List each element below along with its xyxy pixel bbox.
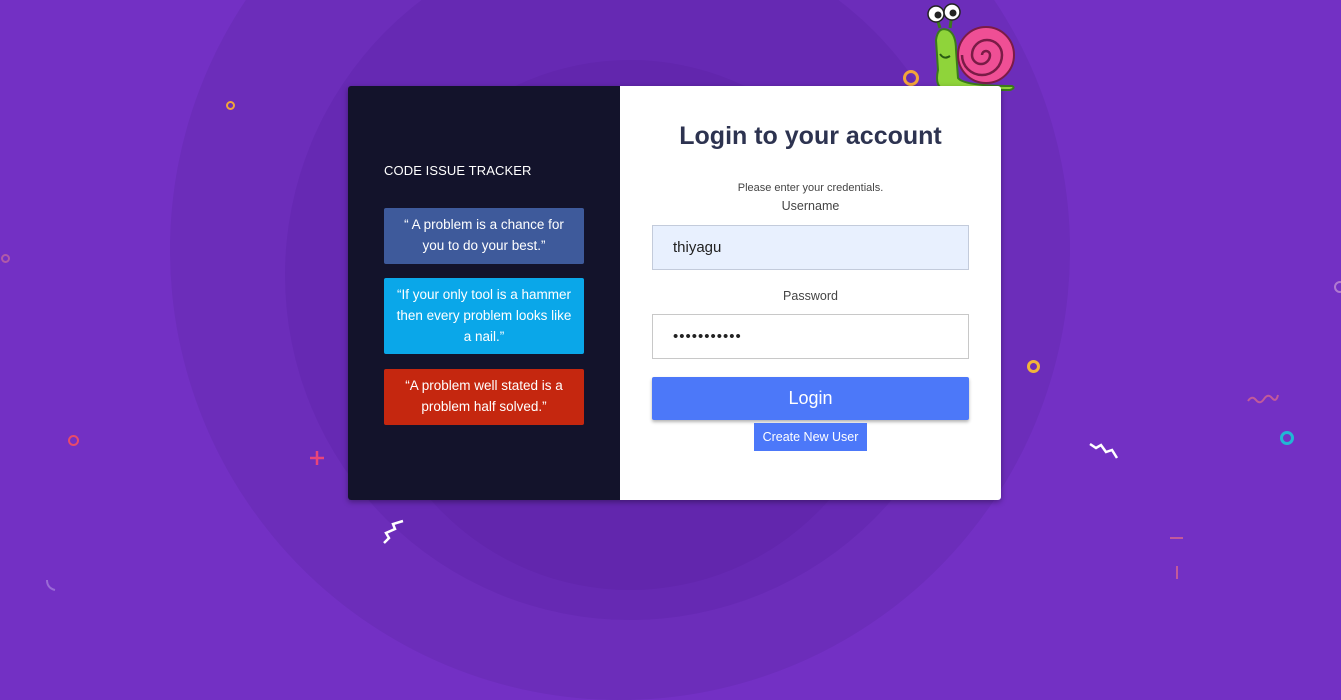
confetti-circle-icon: [1027, 360, 1040, 373]
confetti-hook-icon: [46, 579, 56, 591]
confetti-circle-icon: [1, 254, 10, 263]
username-label: Username: [781, 199, 840, 213]
confetti-circle-icon: [903, 70, 919, 86]
quote-card: “A problem well stated is a problem half…: [384, 369, 584, 425]
confetti-plus-icon: [310, 451, 324, 465]
confetti-circle-icon: [68, 435, 79, 446]
login-button[interactable]: Login: [652, 377, 969, 420]
confetti-circle-icon: [226, 101, 235, 110]
confetti-circle-icon: [1280, 431, 1294, 445]
username-field[interactable]: [652, 225, 969, 270]
snail-icon: [927, 3, 1015, 91]
confetti-zigzag-icon: [383, 519, 404, 544]
confetti-dash-icon: [1170, 537, 1183, 579]
page-title: Login to your account: [679, 122, 942, 150]
login-form: Login to your account Please enter your …: [620, 86, 1001, 500]
confetti-circle-icon: [1334, 281, 1341, 293]
password-label: Password: [783, 289, 838, 303]
create-user-button[interactable]: Create New User: [754, 423, 867, 451]
brand-title: CODE ISSUE TRACKER: [384, 163, 532, 178]
credentials-hint: Please enter your credentials.: [737, 182, 884, 194]
password-field[interactable]: [652, 314, 969, 359]
info-panel: CODE ISSUE TRACKER “ A problem is a chan…: [348, 86, 620, 500]
login-card: CODE ISSUE TRACKER “ A problem is a chan…: [348, 86, 1001, 500]
quote-card: “If your only tool is a hammer then ever…: [384, 278, 584, 354]
confetti-zigzag-icon: [1089, 442, 1119, 459]
confetti-wave-icon: [1247, 394, 1279, 404]
quote-card: “ A problem is a chance for you to do yo…: [384, 208, 584, 264]
